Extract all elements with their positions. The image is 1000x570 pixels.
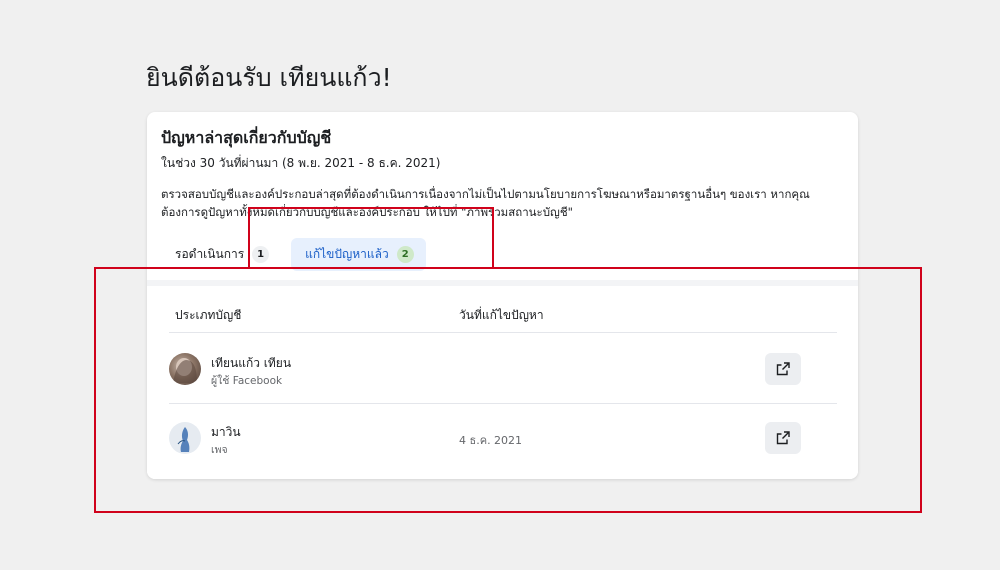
tab-resolved-label: แก้ไขปัญหาแล้ว [305,247,389,261]
account-issues-card: ปัญหาล่าสุดเกี่ยวกับบัญชี ในช่วง 30 วันท… [147,112,858,479]
status-tabs: รอดำเนินการ 1 แก้ไขปัญหาแล้ว 2 [161,238,844,271]
column-header-resolved-date: วันที่แก้ไขปัญหา [459,308,544,322]
table-header: ประเภทบัญชี วันที่แก้ไขปัญหา [169,303,837,333]
tab-pending-label: รอดำเนินการ [175,247,245,261]
description-line-1: ตรวจสอบบัญชีและองค์ประกอบล่าสุดที่ต้องดำ… [161,187,810,201]
account-name: เทียนแก้ว เทียน [211,356,292,370]
description-line-2: ต้องการดูปัญหาทั้งหมดเกี่ยวกับบัญชีและอง… [161,205,573,219]
account-type: ผู้ใช้ Facebook [211,375,283,387]
table-row: มาวิน เพจ 4 ธ.ค. 2021 [169,404,837,473]
avatar [169,422,201,454]
open-account-button[interactable] [765,353,801,385]
card-header: ปัญหาล่าสุดเกี่ยวกับบัญชี ในช่วง 30 วันท… [147,112,858,280]
avatar [169,353,201,385]
open-account-button[interactable] [765,422,801,454]
tab-resolved[interactable]: แก้ไขปัญหาแล้ว 2 [291,238,426,271]
table-row: เทียนแก้ว เทียน ผู้ใช้ Facebook [169,335,837,404]
card-title: ปัญหาล่าสุดเกี่ยวกับบัญชี [161,128,332,147]
external-link-icon [776,431,790,445]
tab-pending-count-badge: 1 [252,246,270,263]
account-type: เพจ [211,444,228,456]
resolved-date: 4 ธ.ค. 2021 [459,434,523,447]
card-description: ตรวจสอบบัญชีและองค์ประกอบล่าสุดที่ต้องดำ… [161,185,841,221]
column-header-account-type: ประเภทบัญชี [175,308,242,322]
resolved-issues-table: ประเภทบัญชี วันที่แก้ไขปัญหา เทียนแก้ว เ… [147,280,858,479]
tab-pending[interactable]: รอดำเนินการ 1 [161,238,281,271]
account-name: มาวิน [211,425,241,439]
external-link-icon [776,362,790,376]
welcome-heading: ยินดีต้อนรับ เทียนแก้ว! [146,63,392,92]
date-range-subtitle: ในช่วง 30 วันที่ผ่านมา (8 พ.ย. 2021 - 8 … [161,156,441,170]
tab-resolved-count-badge: 2 [396,246,414,263]
